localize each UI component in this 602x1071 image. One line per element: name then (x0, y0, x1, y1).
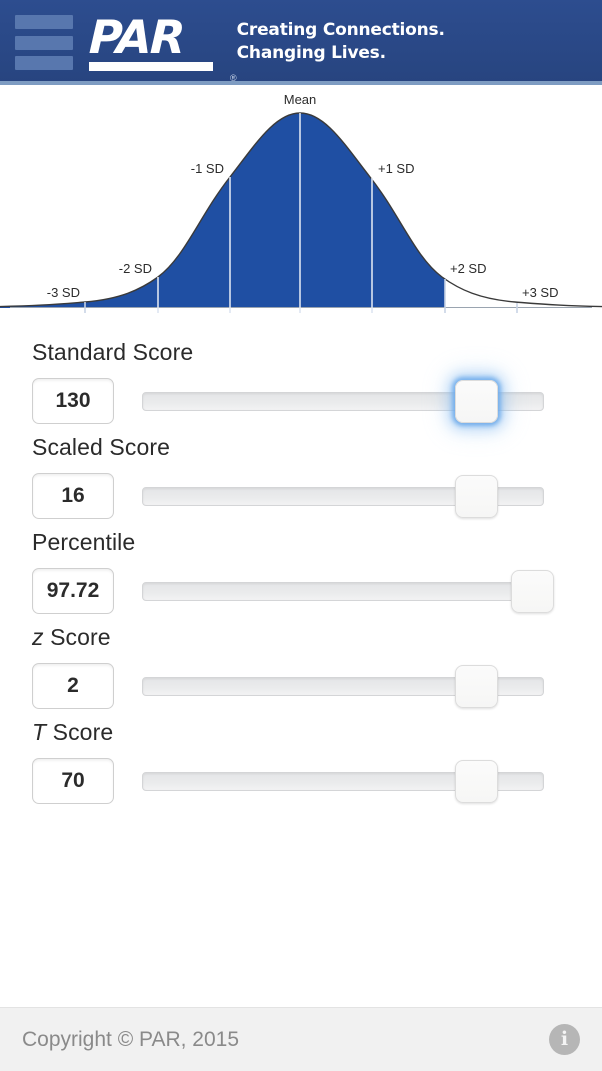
par-logo-text: PAR (88, 9, 185, 64)
standard-score-slider-thumb[interactable] (454, 380, 498, 423)
row-standard-score: 130 (0, 370, 602, 432)
chart-label-plus-1sd: +1 SD (378, 161, 415, 176)
registered-trademark-icon: ® (230, 73, 237, 83)
header-tagline: Creating Connections. Changing Lives. (237, 20, 445, 66)
percentile-slider-thumb[interactable] (510, 570, 554, 613)
row-t-score: 70 (0, 750, 602, 812)
label-z-score: z Score (0, 624, 602, 651)
label-z-score-symbol: z (32, 624, 44, 650)
percentile-slider[interactable] (142, 568, 554, 614)
bell-curve-svg: Mean -1 SD +1 SD -2 SD +2 SD -3 SD +3 SD (0, 92, 602, 313)
z-score-slider-thumb[interactable] (454, 665, 498, 708)
info-icon[interactable]: i (549, 1024, 580, 1055)
label-t-score-symbol: T (32, 719, 47, 745)
label-standard-score: Standard Score (0, 339, 602, 366)
chart-label-plus-2sd: +2 SD (450, 261, 487, 276)
percentile-input[interactable]: 97.72 (32, 568, 114, 614)
label-t-score: T Score (0, 719, 602, 746)
label-scaled-score-text: Scaled Score (32, 434, 170, 460)
par-logo-bars-icon (15, 15, 73, 70)
chart-label-mean: Mean (284, 92, 317, 107)
chart-label-minus-1sd: -1 SD (191, 161, 224, 176)
scaled-score-input[interactable]: 16 (32, 473, 114, 519)
par-logo-wordmark: PAR (88, 9, 213, 71)
row-z-score: 2 (0, 655, 602, 717)
copyright-text: Copyright © PAR, 2015 (22, 1027, 240, 1051)
tagline-line-1: Creating Connections. (236, 19, 445, 40)
t-score-input[interactable]: 70 (32, 758, 114, 804)
label-t-score-text: Score (46, 719, 114, 745)
curve-shaded-area (0, 113, 445, 308)
t-score-slider[interactable] (142, 758, 544, 804)
label-scaled-score: Scaled Score (0, 434, 602, 461)
label-standard-score-text: Standard Score (32, 339, 194, 365)
percentile-slider-track[interactable] (142, 582, 544, 601)
z-score-input[interactable]: 2 (32, 663, 114, 709)
normal-distribution-chart: Mean -1 SD +1 SD -2 SD +2 SD -3 SD +3 SD (0, 85, 602, 325)
t-score-slider-thumb[interactable] (454, 760, 498, 803)
chart-label-minus-2sd: -2 SD (119, 261, 152, 276)
label-z-score-text: Score (43, 624, 111, 650)
row-scaled-score: 16 (0, 465, 602, 527)
app-footer: Copyright © PAR, 2015 i (0, 1007, 602, 1071)
app-header: PAR ® Creating Connections. Changing Liv… (0, 0, 602, 85)
scaled-score-slider-thumb[interactable] (454, 475, 498, 518)
row-percentile: 97.72 (0, 560, 602, 622)
tagline-line-2: Changing Lives. (236, 42, 386, 63)
label-percentile-text: Percentile (32, 529, 136, 555)
chart-label-plus-3sd: +3 SD (522, 285, 559, 300)
standard-score-input[interactable]: 130 (32, 378, 114, 424)
score-conversion-form: Standard Score 130 Scaled Score 16 Perce… (0, 325, 602, 812)
scaled-score-slider[interactable] (142, 473, 544, 519)
label-percentile: Percentile (0, 529, 602, 556)
chart-label-minus-3sd: -3 SD (47, 285, 80, 300)
standard-score-slider[interactable] (142, 378, 544, 424)
z-score-slider[interactable] (142, 663, 544, 709)
